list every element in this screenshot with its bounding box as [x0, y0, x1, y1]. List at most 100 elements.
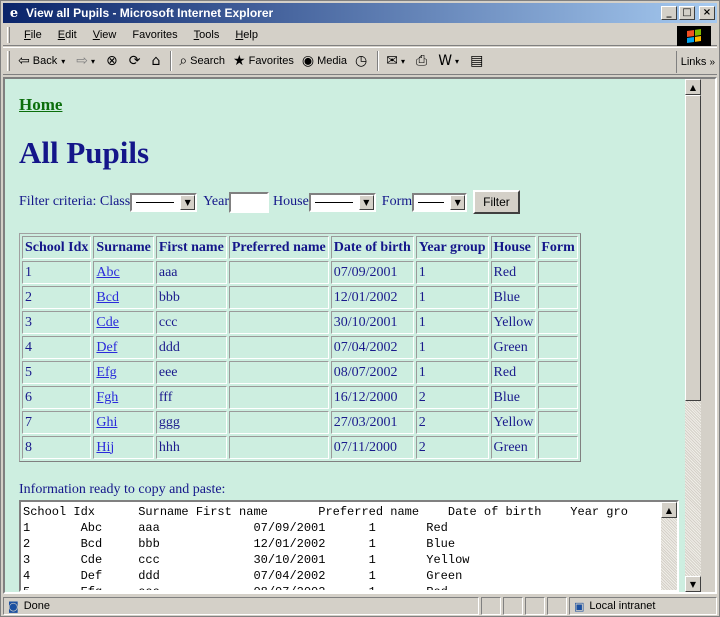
table-cell: Ghi — [93, 411, 154, 434]
links-bar[interactable]: Links» — [675, 51, 715, 73]
copy-textarea[interactable]: School Idx Surname First name Preferred … — [19, 500, 679, 592]
textarea-scrollbar[interactable]: ▲ — [661, 502, 677, 590]
back-button[interactable]: ⇦ Back ▾ — [14, 50, 72, 72]
table-row: 6 Fgh fff 16/12/2000 2 Blue — [22, 386, 578, 409]
history-button[interactable]: ◷ — [351, 50, 374, 72]
chevron-right-icon: » — [709, 56, 715, 68]
table-cell — [538, 436, 578, 459]
surname-link[interactable]: Cde — [96, 315, 119, 330]
chevron-down-icon: ▼ — [450, 194, 466, 210]
close-button[interactable]: × — [699, 6, 715, 20]
dropdown-arrow-icon: ▾ — [90, 56, 95, 66]
forward-button[interactable]: ⇨ ▾ — [72, 50, 102, 72]
refresh-button[interactable]: ⟳ — [125, 50, 148, 72]
menu-favorites[interactable]: Favorites — [124, 29, 185, 41]
menu-help[interactable]: Help — [227, 29, 266, 41]
menu-view[interactable]: View — [85, 29, 125, 41]
table-cell: 1 — [415, 311, 489, 334]
document-icon: ▤ — [470, 53, 484, 69]
surname-link[interactable]: Fgh — [96, 390, 118, 405]
table-cell: 2 — [415, 411, 489, 434]
back-arrow-icon: ⇦ — [18, 53, 30, 69]
table-cell: 12/01/2002 — [330, 286, 414, 309]
table-cell — [228, 411, 329, 434]
surname-link[interactable]: Abc — [96, 265, 119, 280]
copy-text: School Idx Surname First name Preferred … — [23, 505, 628, 592]
table-cell: ggg — [155, 411, 227, 434]
year-label: Year — [203, 194, 230, 209]
edit-button[interactable]: W ▾ — [434, 50, 466, 72]
stop-icon: ⊗ — [105, 53, 118, 69]
table-cell: Green — [490, 436, 537, 459]
table-cell: aaa — [155, 261, 227, 284]
table-cell: Yellow — [490, 311, 537, 334]
copy-info-label: Information ready to copy and paste: — [19, 482, 226, 497]
mail-button[interactable]: ✉ ▾ — [382, 50, 412, 72]
table-cell: 30/10/2001 — [330, 311, 414, 334]
surname-link[interactable]: Efg — [96, 365, 116, 380]
forward-arrow-icon: ⇨ — [76, 53, 88, 69]
page-scrollbar[interactable]: ▲ ▼ — [685, 79, 701, 592]
scroll-thumb[interactable] — [685, 95, 701, 401]
stop-button[interactable]: ⊗ — [102, 50, 125, 72]
column-header: Preferred name — [228, 236, 329, 259]
table-cell: 7 — [22, 411, 92, 434]
table-cell: Efg — [93, 361, 154, 384]
table-cell: fff — [155, 386, 227, 409]
table-cell: 16/12/2000 — [330, 386, 414, 409]
surname-link[interactable]: Def — [96, 340, 117, 355]
table-cell: ddd — [155, 336, 227, 359]
house-select[interactable]: ▼ — [308, 192, 376, 212]
status-cell — [481, 597, 501, 615]
discuss-button[interactable]: ▤ — [466, 50, 490, 72]
dropdown-arrow-icon: ▾ — [455, 56, 460, 66]
table-cell: Blue — [490, 386, 537, 409]
table-cell: eee — [155, 361, 227, 384]
table-cell: bbb — [155, 286, 227, 309]
table-cell: 07/11/2000 — [330, 436, 414, 459]
table-cell: hhh — [155, 436, 227, 459]
menu-edit[interactable]: Edit — [50, 29, 85, 41]
filter-button[interactable]: Filter — [473, 190, 520, 214]
table-cell: Hij — [93, 436, 154, 459]
table-cell — [228, 286, 329, 309]
favorites-button[interactable]: ★ Favorites — [229, 50, 298, 72]
class-select[interactable]: ▼ — [130, 192, 198, 212]
scroll-up-button[interactable]: ▲ — [661, 502, 677, 518]
surname-link[interactable]: Hij — [96, 440, 114, 455]
scroll-up-button[interactable]: ▲ — [685, 79, 701, 95]
surname-link[interactable]: Ghi — [96, 415, 117, 430]
media-button[interactable]: ◉ Media — [298, 50, 351, 72]
search-button[interactable]: ⌕ Search — [175, 50, 229, 72]
menu-file[interactable]: File — [16, 29, 50, 41]
surname-link[interactable]: Bcd — [96, 290, 119, 305]
status-cell — [503, 597, 523, 615]
year-input[interactable] — [229, 191, 270, 213]
table-cell: Green — [490, 336, 537, 359]
minimize-button[interactable]: _ — [661, 6, 677, 20]
filter-class-label: Filter criteria: Class — [19, 194, 131, 209]
table-cell — [538, 336, 578, 359]
table-cell: 8 — [22, 436, 92, 459]
form-label: Form — [381, 194, 413, 209]
table-cell: Cde — [93, 311, 154, 334]
scroll-down-button[interactable]: ▼ — [685, 576, 701, 592]
home-button[interactable]: ⌂ — [147, 50, 167, 72]
table-row: 2 Bcd bbb 12/01/2002 1 Blue — [22, 286, 578, 309]
table-cell — [538, 361, 578, 384]
table-cell — [228, 336, 329, 359]
menu-tools[interactable]: Tools — [186, 29, 228, 41]
toolbar-separator — [170, 51, 173, 71]
table-cell: 07/04/2002 — [330, 336, 414, 359]
status-bar: ◙ Done ▣ Local intranet — [3, 596, 717, 616]
form-select[interactable]: ▼ — [412, 192, 468, 212]
maximize-button[interactable]: □ — [679, 6, 695, 20]
home-link[interactable]: Home — [19, 95, 62, 115]
house-label: House — [273, 194, 309, 209]
table-row: 4 Def ddd 07/04/2002 1 Green — [22, 336, 578, 359]
print-button[interactable]: ⎙ — [412, 50, 434, 72]
table-cell: Red — [490, 261, 537, 284]
table-cell — [228, 361, 329, 384]
history-icon: ◷ — [355, 53, 368, 69]
table-cell: Abc — [93, 261, 154, 284]
